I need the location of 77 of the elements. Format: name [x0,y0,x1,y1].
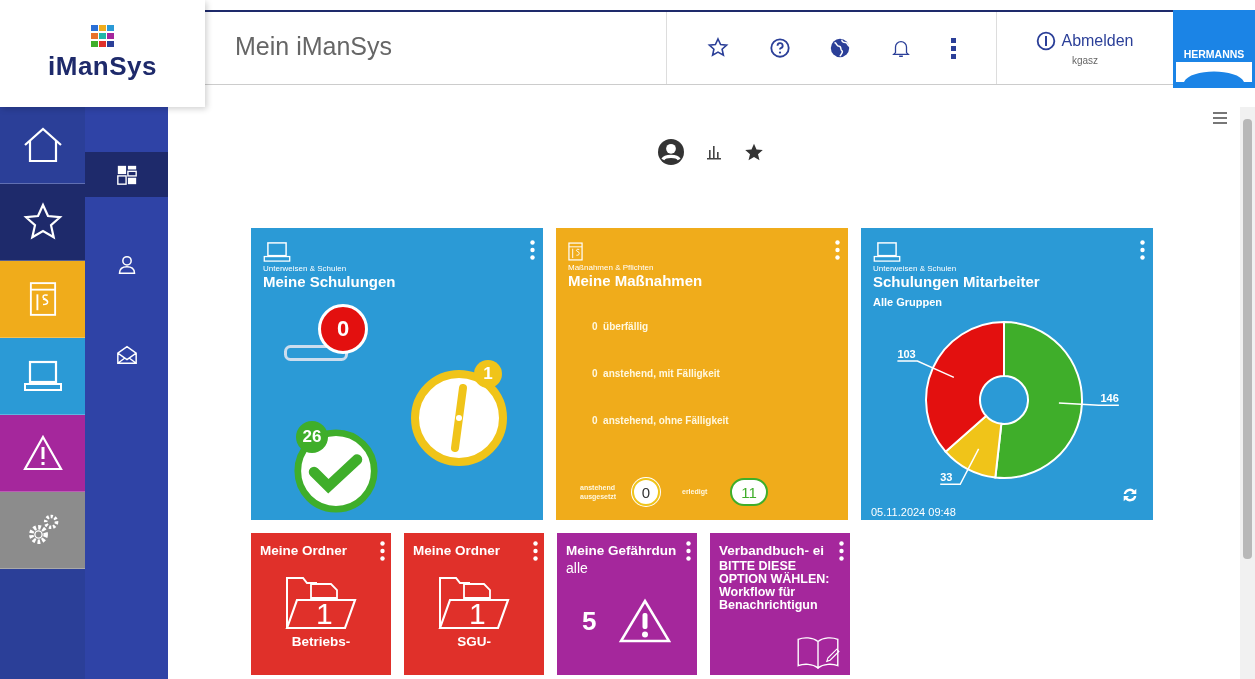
more-icon[interactable] [686,541,691,561]
warning-icon [618,598,673,644]
person-circle-icon[interactable] [657,139,684,165]
dashboard-tile[interactable]: Meine Ordner 1 SGU- [404,533,544,675]
logout-button[interactable]: Abmelden [1036,30,1134,51]
tile-subtitle: alle [566,560,589,576]
more-icon[interactable] [839,541,844,561]
username: kgasz [1071,54,1099,66]
add-favorite-icon[interactable] [706,36,731,60]
data-label: 33 [940,471,953,484]
leader-line [1058,402,1120,407]
tile-title: Verbandbuch- ei [719,543,826,558]
brand-logo: HERMANNS [1173,10,1255,88]
bar-chart-icon[interactable] [705,144,722,160]
leader-line [896,360,955,379]
group-filter-label: Alle Gruppen [873,296,944,308]
logo[interactable]: iManSys [0,0,205,107]
data-label: 103 [897,347,916,360]
hazard-count: 5 [582,605,597,637]
timestamp: 05.11.2024 09:48 [871,506,956,518]
data-label: 146 [1100,392,1119,405]
more-icon[interactable] [533,541,538,561]
donut-slice[interactable] [925,321,1005,453]
warning-icon [22,435,63,471]
refresh-icon[interactable] [1121,486,1139,504]
overdue-count-badge: 0 [318,304,368,354]
donut-slice[interactable] [994,321,1083,479]
tile-title: Meine Gefährdun [566,543,678,558]
nav-category-item[interactable] [0,415,85,492]
card-title: Meine Maßnahmen [568,272,704,289]
folder-count: 1 [316,597,333,631]
page-title: Mein iManSys [234,31,393,62]
logo-grid-icon [90,25,115,47]
power-icon [1036,30,1057,51]
star-icon [22,202,63,242]
dashboard-tile[interactable]: Verbandbuch- ei BITTE DIESE OPTION WÄHLEN: Workflow für Benachrichtigun [710,533,850,675]
menu-icon[interactable] [1213,112,1227,124]
scrollbar[interactable] [1240,107,1255,679]
mail-icon [115,343,138,366]
card-category: Maßnahmen & Pflichten [568,263,655,272]
laptop-icon [263,242,291,262]
pending-count-badge: 1 [474,360,502,388]
folder-count: 1 [469,597,486,631]
tile-description: BITTE DIESE OPTION WÄHLEN: Workflow für Benachrichtigun [719,560,831,613]
nav-category-item[interactable] [0,184,85,261]
nav-sub-item[interactable] [85,152,168,197]
leader-line [939,448,980,486]
laptop-icon [873,242,901,262]
more-icon[interactable] [380,541,385,561]
tile-title: Meine Ordner [413,543,502,558]
globe-icon[interactable] [829,37,852,59]
card-title: Meine Schulungen [263,273,397,290]
help-icon[interactable] [768,37,791,59]
person-icon [116,253,137,276]
more-icon[interactable] [950,36,957,60]
done-count-badge: 11 [730,478,768,506]
checkmark-icon [293,428,379,514]
clock-icon [409,368,509,468]
card-category: Unterweisen & Schulen [873,264,958,273]
card-category: Unterweisen & Schulen [263,264,348,273]
dashboard-tile[interactable]: Meine Ordner 1 Betriebs- [251,533,391,675]
tile-title: Meine Ordner [260,543,349,558]
star-icon[interactable] [743,142,764,162]
employee-training-card[interactable]: Unterweisen & Schulen Schulungen Mitarbeiter Alle Gruppen 146 33 103 05.11.2024 09:48 [861,228,1153,520]
open-book-pencil-icon [796,636,840,669]
dashboard-icon [115,163,138,186]
suspended-count-badge: 0 [632,478,660,506]
tile-caption: Betriebs- [290,634,352,649]
law-book-icon [568,242,583,261]
card-title: Schulungen Mitarbeiter [873,273,1041,290]
law-book-icon [28,281,57,317]
dashboard-tile[interactable]: Meine Gefährdun alle 5 [557,533,697,675]
laptop-icon [22,359,63,393]
tile-caption: SGU- [456,634,492,649]
logo-wordmark: iManSys [48,51,157,82]
done-count-badge: 26 [296,421,328,453]
training-card[interactable]: Unterweisen & Schulen Meine Schulungen 0 1 26 [251,228,543,520]
